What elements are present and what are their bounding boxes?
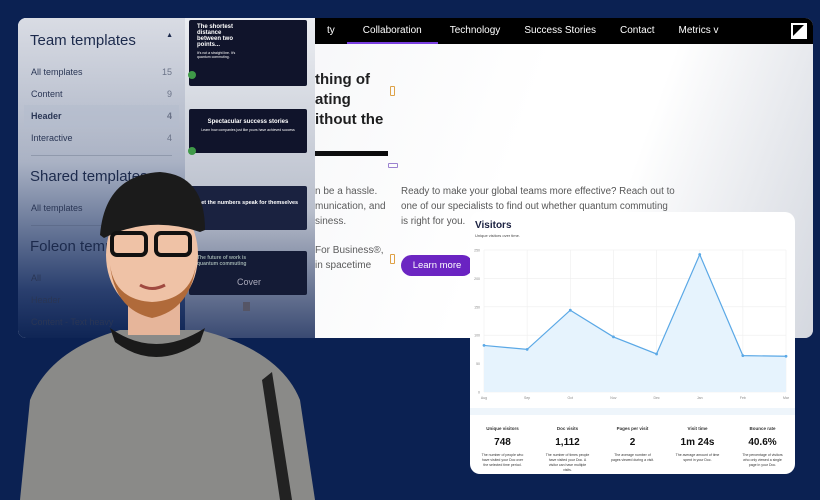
data-point <box>784 354 788 358</box>
data-point <box>698 253 702 256</box>
resize-handle[interactable] <box>390 254 395 264</box>
visitors-chart: 0 50 100 150 200 250 Aug Sep Oct Nov Dec Jan Feb Mar <box>474 249 790 401</box>
stats-row: Unique visitors 748 The number of people w… <box>470 418 795 473</box>
y-tick-label: 100 <box>474 334 480 338</box>
x-tick-label: Dec <box>653 396 659 400</box>
series-line <box>483 253 787 357</box>
data-point <box>655 352 658 356</box>
stat-visit-time: Visit time 1m 24s The average amount of ti… <box>675 426 720 462</box>
chart-footer-band <box>470 408 795 415</box>
x-tick-label: Aug <box>481 396 487 400</box>
collapse-icon[interactable]: ▲ <box>166 32 173 49</box>
stat-pages-per-visit: Pages per visit 2 The average number of pa… <box>611 426 654 462</box>
site-nav: ty Collaboration Technology Success Stor… <box>315 18 813 44</box>
resize-handle[interactable] <box>388 163 398 168</box>
x-tick-label: Jan <box>697 396 703 400</box>
nav-item-technology[interactable]: Technology <box>438 18 513 44</box>
y-tick-label: 50 <box>476 362 480 366</box>
resize-handle[interactable] <box>390 86 395 96</box>
y-tick-label: 200 <box>474 277 480 281</box>
data-point <box>612 335 615 339</box>
stat-unique-visitors: Unique visitors 748 The number of people w… <box>481 426 524 467</box>
y-tick-label: 250 <box>474 249 480 253</box>
status-dot <box>188 147 196 155</box>
status-dot <box>188 71 196 79</box>
nav-item-contact[interactable]: Contact <box>608 18 666 44</box>
headline-underline <box>315 151 388 156</box>
data-point <box>741 354 745 358</box>
template-thumbnail[interactable]: The shortest distance between two points… <box>189 20 307 86</box>
x-tick-label: Mar <box>783 396 790 400</box>
x-tick-label: Oct <box>568 396 573 400</box>
area-fill <box>484 254 786 392</box>
data-point <box>482 344 486 347</box>
sidebar-item-all-templates[interactable]: All templates 15 <box>24 61 179 83</box>
learn-more-button[interactable]: Learn more <box>401 255 473 276</box>
brand-logo <box>791 23 807 39</box>
y-tick-label: 150 <box>474 305 480 309</box>
nav-item-metrics[interactable]: Metrics v <box>666 18 730 44</box>
nav-item-collaboration[interactable]: Collaboration <box>346 18 438 44</box>
y-tick-label: 0 <box>478 391 480 395</box>
stat-doc-visits: Doc visits 1,112 The number of times peopl… <box>545 426 590 472</box>
page-headline: thing of ating ithout the <box>315 71 384 128</box>
nav-item[interactable]: ty <box>315 18 347 44</box>
x-tick-label: Sep <box>524 396 530 400</box>
data-point <box>568 308 572 312</box>
stat-bounce-rate: Bounce rate 40.6% The percentage of visito… <box>742 426 783 467</box>
nav-item-success-stories[interactable]: Success Stories <box>512 18 608 44</box>
template-thumbnail[interactable]: Spectacular success stories Learn how com… <box>189 109 307 153</box>
sidebar-item-header[interactable]: Header 4 <box>24 105 179 127</box>
x-tick-label: Feb <box>740 396 746 400</box>
sidebar-item-interactive[interactable]: Interactive 4 <box>24 127 179 149</box>
data-point <box>525 348 529 351</box>
team-templates-header[interactable]: Team templates ▲ <box>24 32 179 49</box>
visitors-analytics-card: Visitors Unique visitors over time. 0 50 1… <box>470 212 795 474</box>
x-tick-label: Nov <box>610 396 616 400</box>
divider <box>31 155 172 156</box>
person-photo <box>20 172 315 500</box>
sidebar-item-content[interactable]: Content 9 <box>24 83 179 105</box>
